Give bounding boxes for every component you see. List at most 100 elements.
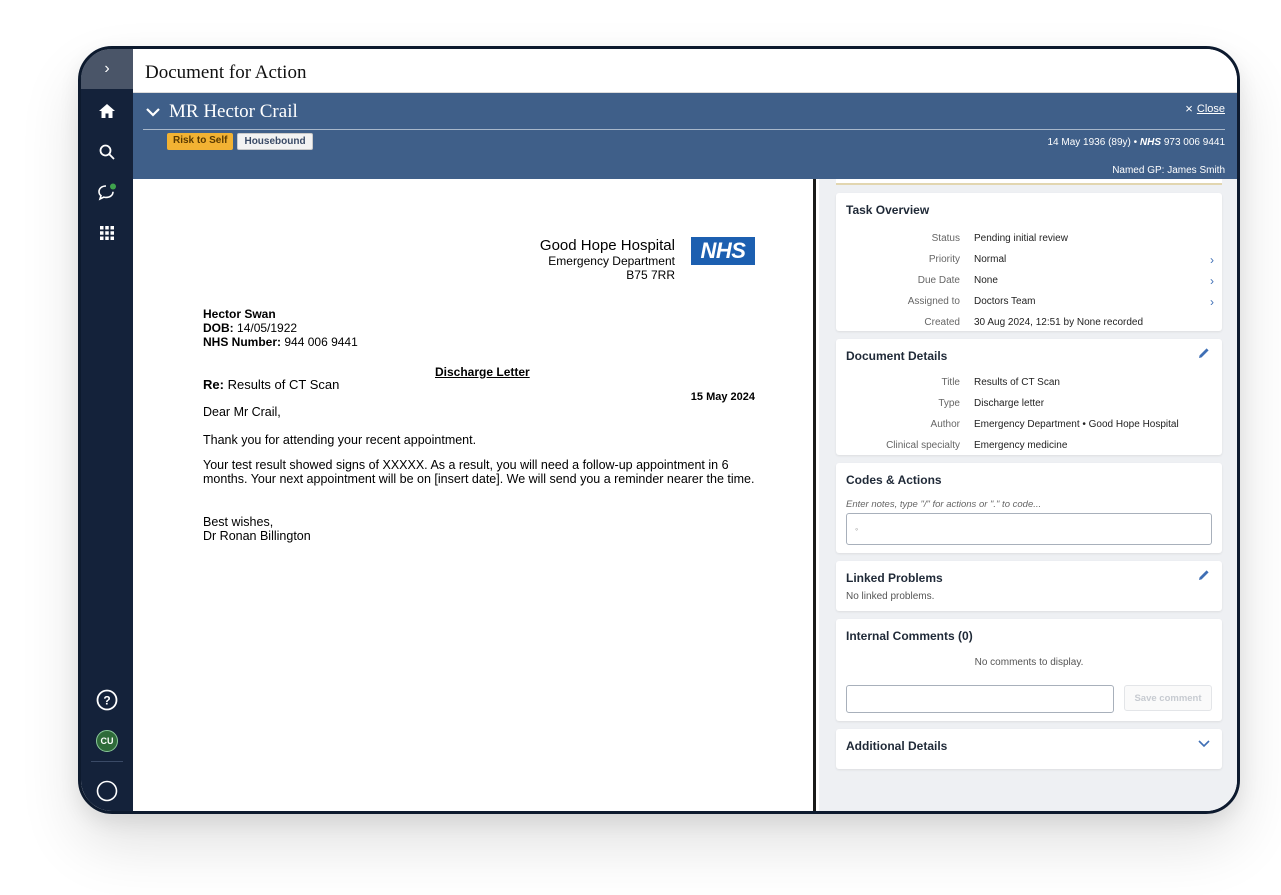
task-side-panel[interactable]: Task Overview Status Pending initial rev… <box>819 179 1237 811</box>
assigned-label: Assigned to <box>907 296 960 307</box>
help-button[interactable]: ? <box>81 685 133 715</box>
sidebar-item-home[interactable] <box>81 96 133 126</box>
codes-actions-hint: Enter notes, type "/" for actions or "."… <box>846 499 1042 510</box>
letter-paragraph-1: Thank you for attending your recent appo… <box>203 433 477 447</box>
chat-icon <box>98 183 116 201</box>
codes-actions-heading: Codes & Actions <box>846 473 942 487</box>
letter-signature: Dr Ronan Billington <box>203 529 311 543</box>
search-icon <box>99 144 115 160</box>
chevron-right-icon[interactable]: › <box>1210 274 1214 288</box>
letter-date: 15 May 2024 <box>690 391 755 403</box>
home-icon <box>99 104 115 118</box>
doc-author-row: Author Emergency Department • Good Hope … <box>836 419 1222 433</box>
user-avatar-button[interactable]: CU <box>81 726 133 756</box>
app-window: › ? CU Document for Action MR Hector Cra… <box>78 46 1240 814</box>
sidebar-item-search[interactable] <box>81 137 133 167</box>
stage: › ? CU Document for Action MR Hector Cra… <box>0 0 1281 895</box>
title-bar: Document for Action <box>133 49 1237 93</box>
apps-grid-icon <box>100 226 114 240</box>
letter-salutation: Dear Mr Crail, <box>203 405 281 419</box>
linked-problems-heading: Linked Problems <box>846 571 943 585</box>
internal-comments-card: Internal Comments (0) No comments to dis… <box>836 619 1222 721</box>
page-title: Document for Action <box>145 62 307 83</box>
re-value: Results of CT Scan <box>227 377 340 392</box>
close-button[interactable]: × Close <box>1185 101 1225 116</box>
collapse-chevron-icon[interactable] <box>145 105 161 119</box>
task-overview-card: Task Overview Status Pending initial rev… <box>836 193 1222 331</box>
letter-patient-details: Hector Swan DOB: 14/05/1922 NHS Number: … <box>203 307 358 349</box>
close-label: Close <box>1196 102 1225 115</box>
edit-pencil-icon[interactable] <box>1198 569 1210 581</box>
chevron-right-icon[interactable]: › <box>1210 295 1214 309</box>
chevron-right-icon: › <box>104 60 110 77</box>
re-label: Re: <box>203 377 224 392</box>
doc-type-row: Type Discharge letter <box>836 398 1222 412</box>
help-icon: ? <box>96 689 118 711</box>
hospital-postcode: B75 7RR <box>626 268 675 282</box>
letter-title: Discharge Letter <box>435 365 530 379</box>
comments-empty: No comments to display. <box>974 657 1084 668</box>
codes-actions-card: Codes & Actions Enter notes, type "/" fo… <box>836 463 1222 553</box>
sidebar-toggle-button[interactable]: › <box>81 49 133 89</box>
doc-title-value: Results of CT Scan <box>974 377 1060 388</box>
comment-input[interactable] <box>846 685 1114 713</box>
task-due-date-row[interactable]: Due Date None › <box>836 274 1222 289</box>
patient-demographics: 14 May 1936 (89y) • NHS 973 006 9441 <box>1047 137 1225 148</box>
risk-to-self-tag: Risk to Self <box>167 133 234 150</box>
sidebar-status-button[interactable] <box>81 776 133 806</box>
save-comment-button[interactable]: Save comment <box>1124 685 1212 711</box>
created-label: Created <box>924 317 960 328</box>
assigned-value: Doctors Team <box>974 296 1036 307</box>
chevron-right-icon[interactable]: › <box>1210 253 1214 267</box>
letter-signoff: Best wishes, <box>203 515 274 529</box>
letter-nhs-number: 944 006 9441 <box>284 335 358 349</box>
letter-patient-name: Hector Swan <box>203 307 276 321</box>
chevron-down-icon[interactable] <box>1198 739 1210 749</box>
letter-dob: 14/05/1922 <box>237 321 298 335</box>
task-priority-row[interactable]: Priority Normal › <box>836 253 1222 268</box>
housebound-tag: Housebound <box>237 133 313 150</box>
close-icon: × <box>1185 101 1193 116</box>
hospital-department: Emergency Department <box>548 254 675 268</box>
additional-details-heading: Additional Details <box>846 739 948 753</box>
previous-card-edge <box>836 179 1222 185</box>
nhs-number-label: NHS Number: <box>203 335 282 349</box>
doc-specialty-row: Clinical specialty Emergency medicine <box>836 440 1222 454</box>
patient-dob: 14 May 1936 (89y) <box>1047 137 1131 148</box>
created-value: 30 Aug 2024, 12:51 by None recorded <box>974 317 1144 328</box>
additional-details-card[interactable]: Additional Details <box>836 729 1222 769</box>
edit-pencil-icon[interactable] <box>1198 347 1210 359</box>
banner-divider <box>143 129 1225 130</box>
patient-name: MR Hector Crail <box>169 101 298 122</box>
task-assigned-row[interactable]: Assigned to Doctors Team › <box>836 295 1222 310</box>
document-viewer[interactable]: Good Hope Hospital Emergency Department … <box>133 179 816 811</box>
sidebar: › ? CU <box>81 49 133 811</box>
doc-author-label: Author <box>930 419 960 430</box>
sidebar-divider <box>91 761 123 762</box>
sidebar-item-apps[interactable] <box>81 218 133 248</box>
patient-nhs-number: 973 006 9441 <box>1163 137 1225 148</box>
linked-problems-card: Linked Problems No linked problems. <box>836 561 1222 611</box>
status-value: Pending initial review <box>974 233 1068 244</box>
dob-label: DOB: <box>203 321 234 335</box>
doc-specialty-label: Clinical specialty <box>886 440 960 451</box>
internal-comments-heading: Internal Comments (0) <box>846 629 973 643</box>
doc-title-row: Title Results of CT Scan <box>836 377 1222 391</box>
task-created-row: Created 30 Aug 2024, 12:51 by None recor… <box>836 317 1222 331</box>
priority-label: Priority <box>928 254 960 265</box>
patient-tags: Risk to Self Housebound <box>167 133 313 150</box>
due-date-label: Due Date <box>917 275 960 286</box>
doc-author-value: Emergency Department • Good Hope Hospita… <box>974 419 1179 430</box>
linked-problems-empty: No linked problems. <box>846 591 935 602</box>
document-details-card: Document Details Title Results of CT Sca… <box>836 339 1222 455</box>
sidebar-item-messages[interactable] <box>81 177 133 207</box>
named-gp: Named GP: James Smith <box>1112 165 1225 176</box>
patient-banner: MR Hector Crail × Close Risk to Self Hou… <box>133 93 1237 179</box>
codes-actions-input[interactable]: ◦ <box>846 513 1212 545</box>
doc-type-value: Discharge letter <box>974 398 1045 409</box>
letter-subject: Re: Results of CT Scan <box>203 377 339 392</box>
doc-title-label: Title <box>941 377 960 388</box>
priority-value: Normal <box>974 254 1007 265</box>
task-status-row: Status Pending initial review <box>836 233 1222 247</box>
doc-type-label: Type <box>938 398 960 409</box>
